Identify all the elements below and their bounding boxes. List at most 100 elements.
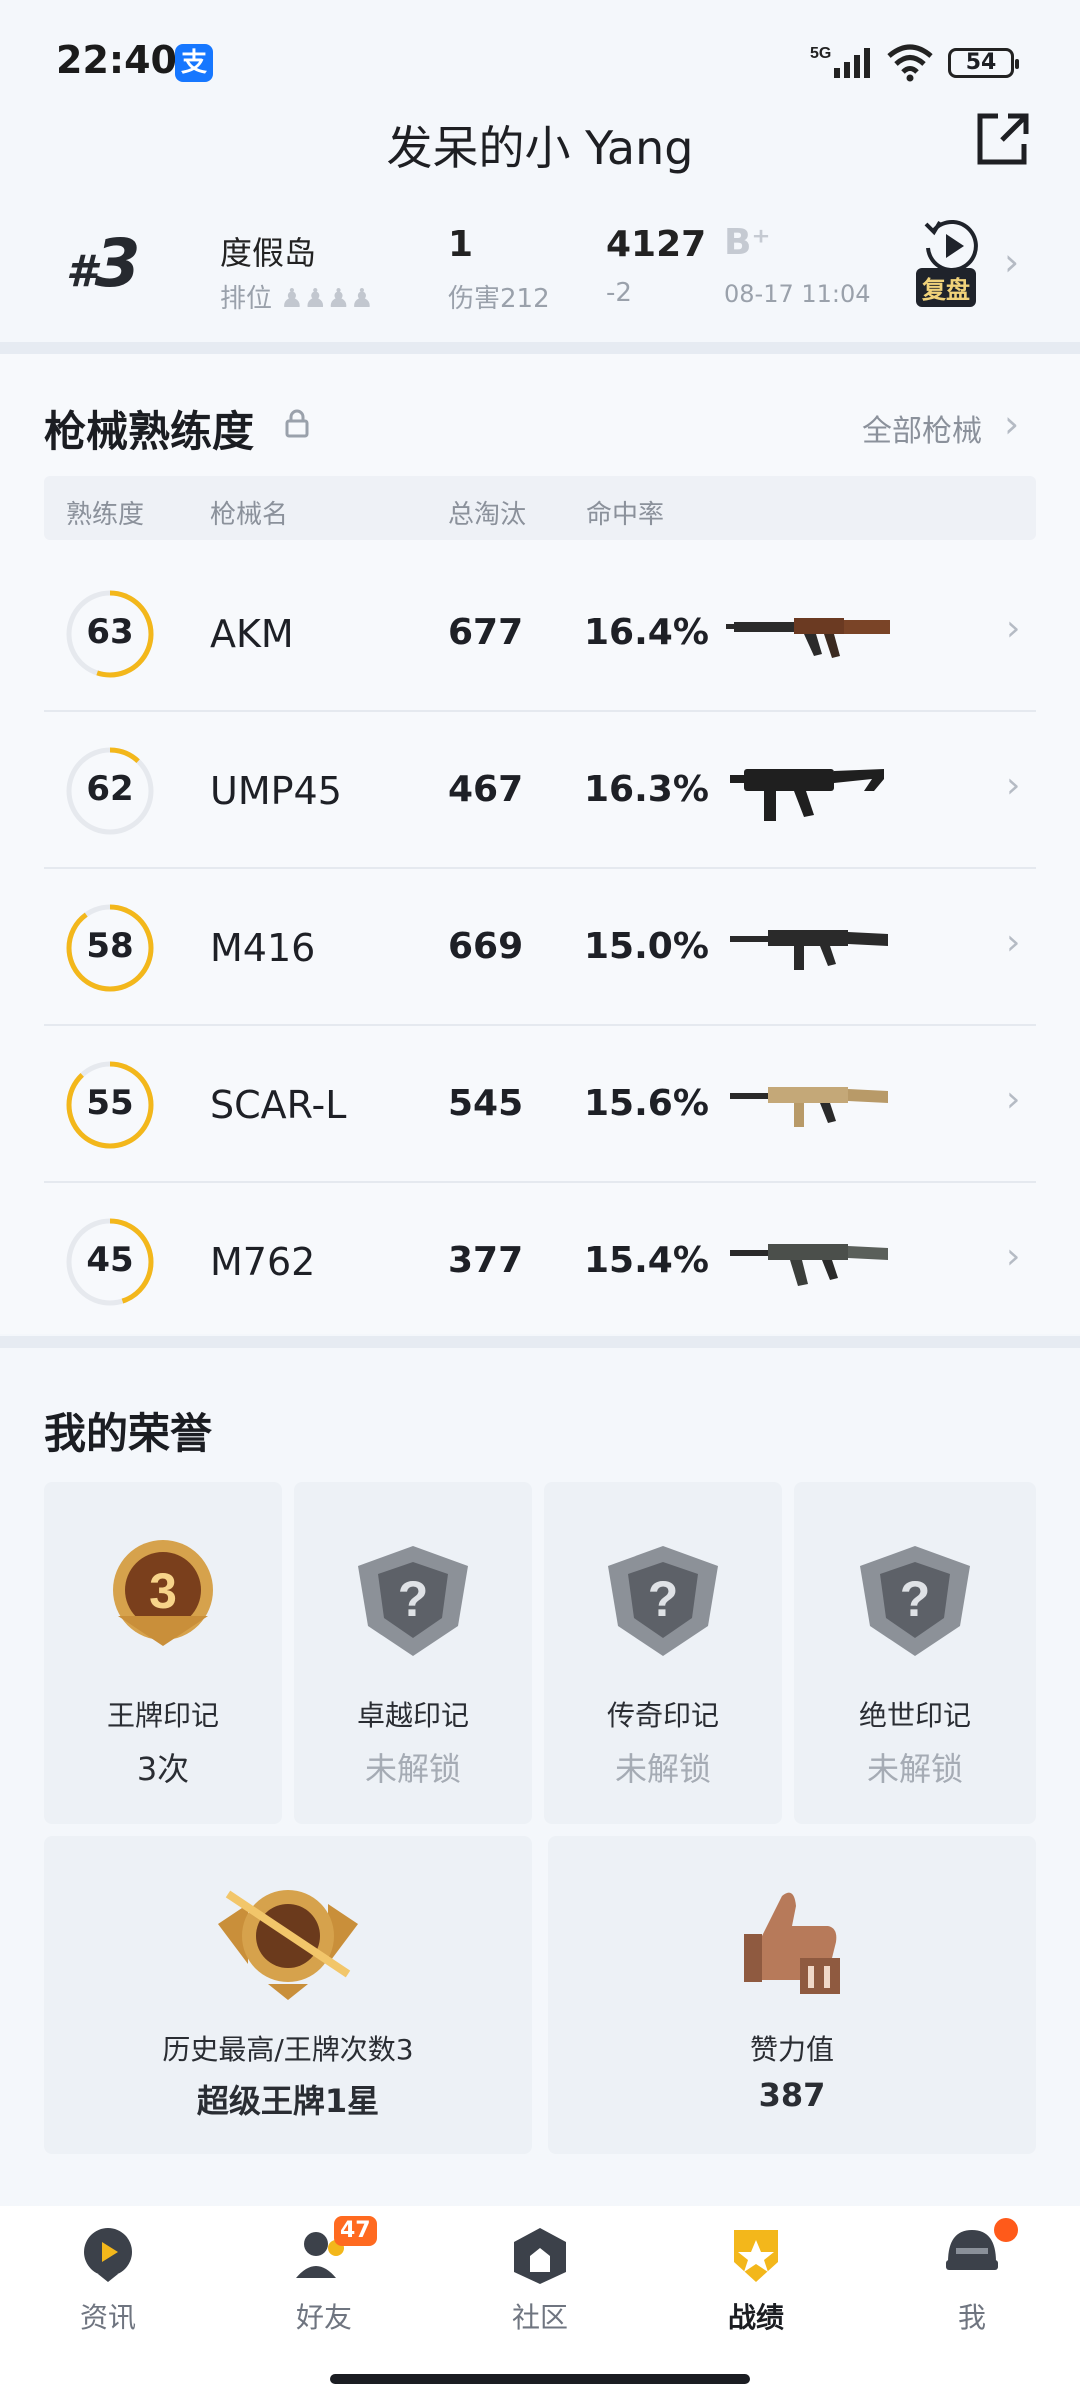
match-grade: B⁺ (724, 222, 771, 263)
page-title: 发呆的小 Yang (386, 121, 694, 175)
weapon-name: M762 (210, 1240, 316, 1284)
match-mode-label: 排位 (220, 284, 273, 314)
weapon-name: SCAR-L (210, 1083, 347, 1127)
honor-label: 传奇印记 (606, 1699, 719, 1732)
weapon-hit-rate: 16.4% (584, 612, 709, 653)
honor-card-peerless[interactable]: ? 绝世印记 未解锁 (794, 1482, 1036, 1824)
header-mastery: 熟练度 (66, 500, 145, 530)
wifi-icon (887, 44, 933, 82)
chevron-right-icon[interactable]: › (1006, 608, 1020, 649)
honor-label: 绝世印记 (858, 1699, 971, 1732)
nav-item-friends[interactable]: 好友 (216, 2222, 432, 2342)
match-map: 度假岛 (220, 234, 317, 272)
weapon-row[interactable]: 45 M762 377 15.4% › (44, 1184, 1036, 1340)
chevron-right-icon[interactable]: › (1006, 1236, 1020, 1277)
locked-emblem-icon: ? (608, 1546, 718, 1656)
mastery-level: 55 (86, 1083, 134, 1123)
match-score-delta: -2 (606, 278, 632, 308)
mastery-level: 63 (86, 612, 134, 652)
akm-icon (726, 618, 890, 658)
chevron-right-icon[interactable]: › (1006, 765, 1020, 806)
weapon-row[interactable]: 62 UMP45 467 16.3% › (44, 713, 1036, 869)
honor-card-excellence[interactable]: ? 卓越印记 未解锁 (294, 1482, 532, 1824)
squad-icon: ♟♟♟♟ (280, 284, 374, 314)
honor-label: 王牌印记 (106, 1699, 219, 1732)
match-chevron-icon[interactable]: › (1004, 240, 1019, 284)
weapon-kills: 467 (448, 769, 524, 810)
battery-icon: 54 (948, 48, 1019, 78)
replay-button[interactable]: 复盘 (916, 268, 976, 307)
locked-emblem-icon: ? (358, 1546, 468, 1656)
honor-card-ace[interactable]: 3 王牌印记 3次 (44, 1482, 282, 1824)
chevron-right-icon[interactable]: › (1004, 402, 1019, 446)
honor-value: 未解锁 (614, 1750, 711, 1788)
nav-label: 社区 (511, 2301, 568, 2334)
rank-prefix: # (66, 246, 97, 297)
mastery-level: 45 (86, 1240, 134, 1280)
highest-tier-card[interactable]: 历史最高/王牌次数3 超级王牌1星 (44, 1836, 532, 2154)
header-kills: 总淘汰 (448, 500, 527, 530)
signal-icon: 5G (810, 45, 870, 78)
divider (0, 1336, 1080, 1348)
emblem-number: 3 (149, 1563, 177, 1619)
mastery-level: 58 (86, 926, 134, 966)
honor-value: 未解锁 (364, 1750, 461, 1788)
nav-item-community[interactable]: 社区 (432, 2222, 648, 2342)
lock-icon (285, 409, 309, 438)
ump45-icon (730, 769, 884, 821)
weapon-name: M416 (210, 926, 316, 970)
nav-item-me[interactable]: 我 (864, 2222, 1080, 2342)
weapon-hit-rate: 15.4% (584, 1240, 709, 1281)
m416-icon (730, 930, 888, 970)
friends-badge: 47 (334, 2216, 377, 2246)
nav-item-stats[interactable]: 战绩 (648, 2222, 864, 2342)
share-icon[interactable] (972, 110, 1032, 170)
effort-value: 387 (758, 2076, 826, 2114)
alipay-icon: 支 (175, 44, 213, 82)
ace-emblem-icon: 3 (113, 1540, 213, 1646)
nav-label: 我 (957, 2301, 986, 2334)
header-weapon-name: 枪械名 (210, 500, 289, 530)
honor-value: 未解锁 (866, 1750, 963, 1788)
weapon-row[interactable]: 55 SCAR-L 545 15.6% › (44, 1027, 1036, 1183)
honor-value: 3次 (136, 1750, 190, 1788)
nav-item-news[interactable]: 资讯 (0, 2222, 216, 2342)
weapon-kills: 545 (448, 1083, 524, 1124)
network-label: 5G (810, 45, 831, 62)
honor-section-title: 我的荣誉 (44, 1409, 213, 1458)
weapon-kills: 677 (448, 612, 524, 653)
effort-label: 赞力值 (749, 2033, 834, 2066)
match-score: 4127 (606, 224, 707, 265)
weapon-hit-rate: 15.0% (584, 926, 709, 967)
status-time: 22:40 (56, 38, 177, 82)
mastery-level: 62 (86, 769, 134, 809)
thumbs-up-icon (744, 1892, 840, 1994)
honor-card-legend[interactable]: ? 传奇印记 未解锁 (544, 1482, 782, 1824)
weapon-name: AKM (210, 612, 294, 656)
effort-card[interactable]: 赞力值 387 (548, 1836, 1036, 2154)
header-hit-rate: 命中率 (586, 500, 665, 530)
match-time: 08-17 11:04 (724, 280, 871, 308)
nav-label: 战绩 (727, 2301, 784, 2334)
chevron-right-icon[interactable]: › (1006, 922, 1020, 963)
all-weapons-link[interactable]: 全部枪械 (862, 406, 982, 450)
m762-icon (730, 1244, 888, 1286)
match-damage: 伤害212 (448, 284, 550, 314)
news-icon (84, 2228, 132, 2282)
match-kills: 1 (448, 224, 474, 265)
weapon-row[interactable]: 58 M416 669 15.0% › (44, 870, 1036, 1026)
weapon-hit-rate: 15.6% (584, 1083, 709, 1124)
weapon-hit-rate: 16.3% (584, 769, 709, 810)
match-mode: 排位 ♟♟♟♟ (220, 278, 374, 315)
weapon-row[interactable]: 63 AKM 677 16.4% › (44, 556, 1036, 712)
home-indicator[interactable] (330, 2374, 750, 2384)
honor-label: 卓越印记 (356, 1699, 469, 1732)
emblem-number: ? (900, 1571, 931, 1627)
community-icon (514, 2228, 566, 2284)
divider (0, 342, 1080, 354)
weapon-table-header (44, 476, 1036, 540)
weapon-name: UMP45 (210, 769, 342, 813)
weapon-section-title: 枪械熟练度 (44, 407, 255, 456)
chevron-right-icon[interactable]: › (1006, 1079, 1020, 1120)
rank-value: 3 (94, 225, 141, 302)
